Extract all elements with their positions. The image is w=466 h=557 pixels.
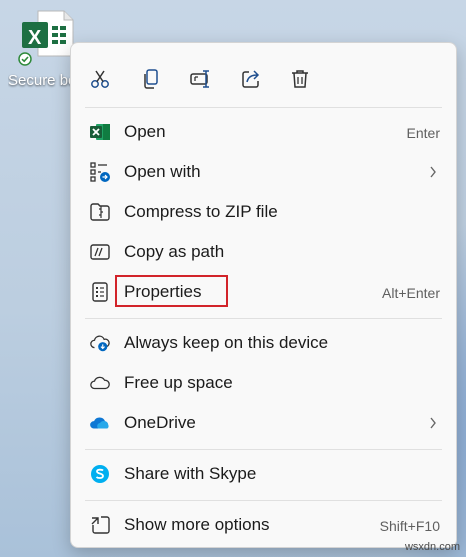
menu-item-compress-zip[interactable]: Compress to ZIP file bbox=[77, 192, 450, 232]
skype-icon bbox=[91, 465, 109, 483]
rename-icon bbox=[190, 70, 209, 88]
chevron-right-icon bbox=[430, 166, 436, 178]
menu-item-share-skype[interactable]: Share with Skype bbox=[77, 454, 450, 494]
sync-status-check-icon bbox=[18, 52, 32, 66]
menu-item-show-more-options[interactable]: Show more options Shift+F10 bbox=[77, 505, 450, 545]
menu-item-always-keep[interactable]: Always keep on this device bbox=[77, 323, 450, 363]
menu-item-onedrive[interactable]: OneDrive bbox=[77, 403, 450, 443]
copy-path-icon bbox=[90, 244, 110, 260]
menu-item-label: Show more options bbox=[124, 515, 270, 534]
watermark: wsxdn.com bbox=[404, 541, 460, 553]
more-options-icon bbox=[91, 516, 110, 534]
cloud-icon bbox=[90, 376, 110, 390]
menu-separator bbox=[85, 107, 442, 108]
cut-button[interactable] bbox=[83, 63, 117, 95]
context-menu-toolbar bbox=[71, 57, 456, 97]
properties-highlight-box bbox=[115, 275, 228, 307]
menu-item-label: Copy as path bbox=[124, 242, 225, 261]
menu-item-label: Open bbox=[124, 122, 166, 141]
menu-separator bbox=[85, 449, 442, 450]
excel-letter: X bbox=[28, 27, 42, 49]
cut-icon bbox=[91, 70, 109, 88]
delete-button[interactable] bbox=[283, 63, 317, 95]
menu-item-open[interactable]: Open Enter bbox=[77, 112, 450, 152]
menu-item-label: Share with Skype bbox=[124, 464, 257, 483]
menu-item-open-with[interactable]: Open with bbox=[77, 152, 450, 192]
menu-item-label: Always keep on this device bbox=[124, 333, 329, 352]
menu-item-label: OneDrive bbox=[124, 413, 196, 432]
open-with-icon bbox=[90, 162, 110, 182]
menu-item-copy-as-path[interactable]: Copy as path bbox=[77, 232, 450, 272]
menu-item-label: Open with bbox=[124, 162, 201, 181]
rename-button[interactable] bbox=[184, 63, 218, 95]
excel-icon bbox=[90, 124, 110, 140]
copy-icon bbox=[144, 69, 158, 89]
menu-separator bbox=[85, 318, 442, 319]
menu-item-shortcut: Enter bbox=[406, 125, 440, 141]
delete-icon bbox=[292, 70, 308, 88]
menu-item-label: Compress to ZIP file bbox=[124, 202, 278, 221]
properties-icon bbox=[92, 282, 108, 302]
onedrive-icon bbox=[90, 417, 109, 429]
menu-item-free-up-space[interactable]: Free up space bbox=[77, 363, 450, 403]
menu-item-label: Free up space bbox=[124, 373, 233, 392]
chevron-right-icon bbox=[430, 417, 436, 429]
share-icon bbox=[242, 70, 260, 88]
zip-icon bbox=[90, 203, 110, 221]
share-button[interactable] bbox=[234, 63, 268, 95]
copy-button[interactable] bbox=[134, 63, 168, 95]
menu-separator bbox=[85, 500, 442, 501]
menu-item-shortcut: Alt+Enter bbox=[382, 285, 440, 301]
menu-item-shortcut: Shift+F10 bbox=[379, 518, 440, 534]
cloud-sync-icon bbox=[90, 335, 110, 352]
